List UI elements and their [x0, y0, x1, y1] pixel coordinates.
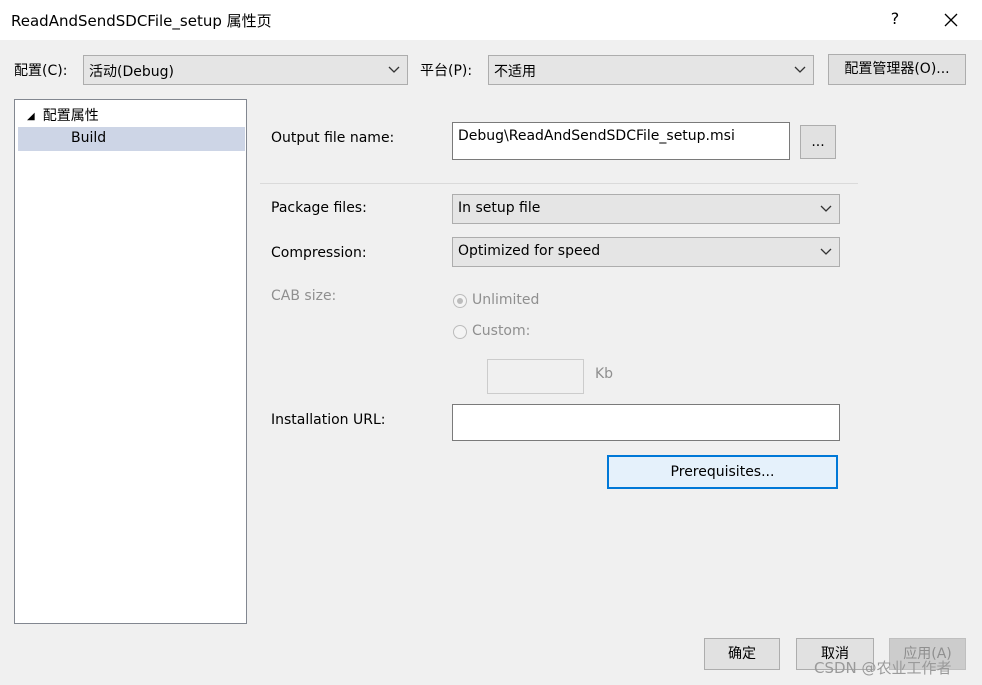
compression-dropdown[interactable]: Optimized for speed: [452, 237, 840, 267]
tree-root-label: 配置属性: [42, 108, 99, 124]
chevron-down-icon: [388, 66, 400, 73]
tree-root[interactable]: ◢ 配置属性: [27, 105, 99, 125]
output-file-input[interactable]: Debug\ReadAndSendSDCFile_setup.msi: [452, 122, 790, 160]
tree-item-label: Build: [71, 130, 107, 146]
config-value: 活动(Debug): [89, 64, 174, 80]
platform-label: 平台(P):: [420, 63, 473, 79]
close-button[interactable]: [936, 6, 966, 34]
property-tree: ◢ 配置属性 Build: [14, 99, 247, 624]
separator: [260, 183, 858, 184]
radio-selected-dot: [457, 298, 463, 304]
close-icon: [944, 13, 958, 27]
installation-url-label: Installation URL:: [271, 412, 386, 428]
prerequisites-label: Prerequisites...: [670, 464, 775, 480]
ok-label: 确定: [728, 646, 756, 662]
package-files-label: Package files:: [271, 200, 367, 216]
package-files-dropdown[interactable]: In setup file: [452, 194, 840, 224]
ok-button[interactable]: 确定: [704, 638, 780, 670]
installation-url-input[interactable]: [452, 404, 840, 441]
browse-button[interactable]: ...: [800, 125, 836, 159]
config-label: 配置(C):: [14, 63, 68, 79]
cab-unlimited-label: Unlimited: [472, 292, 540, 308]
package-files-value: In setup file: [458, 200, 541, 216]
cab-size-input[interactable]: [487, 359, 584, 394]
cab-size-label: CAB size:: [271, 288, 337, 304]
prerequisites-button[interactable]: Prerequisites...: [607, 455, 838, 489]
title-bar: ReadAndSendSDCFile_setup 属性页 ?: [0, 0, 982, 40]
output-file-label: Output file name:: [271, 130, 395, 146]
cab-unit-label: Kb: [595, 366, 614, 382]
window-title: ReadAndSendSDCFile_setup 属性页: [11, 12, 272, 30]
platform-dropdown[interactable]: 不适用: [488, 55, 814, 85]
output-file-value: Debug\ReadAndSendSDCFile_setup.msi: [458, 128, 735, 144]
help-button[interactable]: ?: [884, 8, 906, 30]
cab-custom-radio[interactable]: [453, 325, 467, 339]
tree-item-build[interactable]: Build: [18, 127, 245, 151]
config-manager-label: 配置管理器(O)...: [844, 61, 950, 77]
cab-custom-label: Custom:: [472, 323, 531, 339]
config-manager-button[interactable]: 配置管理器(O)...: [828, 54, 966, 85]
collapse-triangle-icon[interactable]: ◢: [27, 111, 35, 122]
platform-value: 不适用: [494, 64, 536, 80]
watermark: CSDN @农业工作者: [814, 659, 952, 677]
config-dropdown[interactable]: 活动(Debug): [83, 55, 408, 85]
chevron-down-icon: [794, 66, 806, 73]
browse-label: ...: [811, 134, 825, 150]
compression-label: Compression:: [271, 245, 367, 261]
chevron-down-icon: [820, 205, 832, 212]
cab-unlimited-radio[interactable]: [453, 294, 467, 308]
compression-value: Optimized for speed: [458, 243, 601, 259]
chevron-down-icon: [820, 248, 832, 255]
